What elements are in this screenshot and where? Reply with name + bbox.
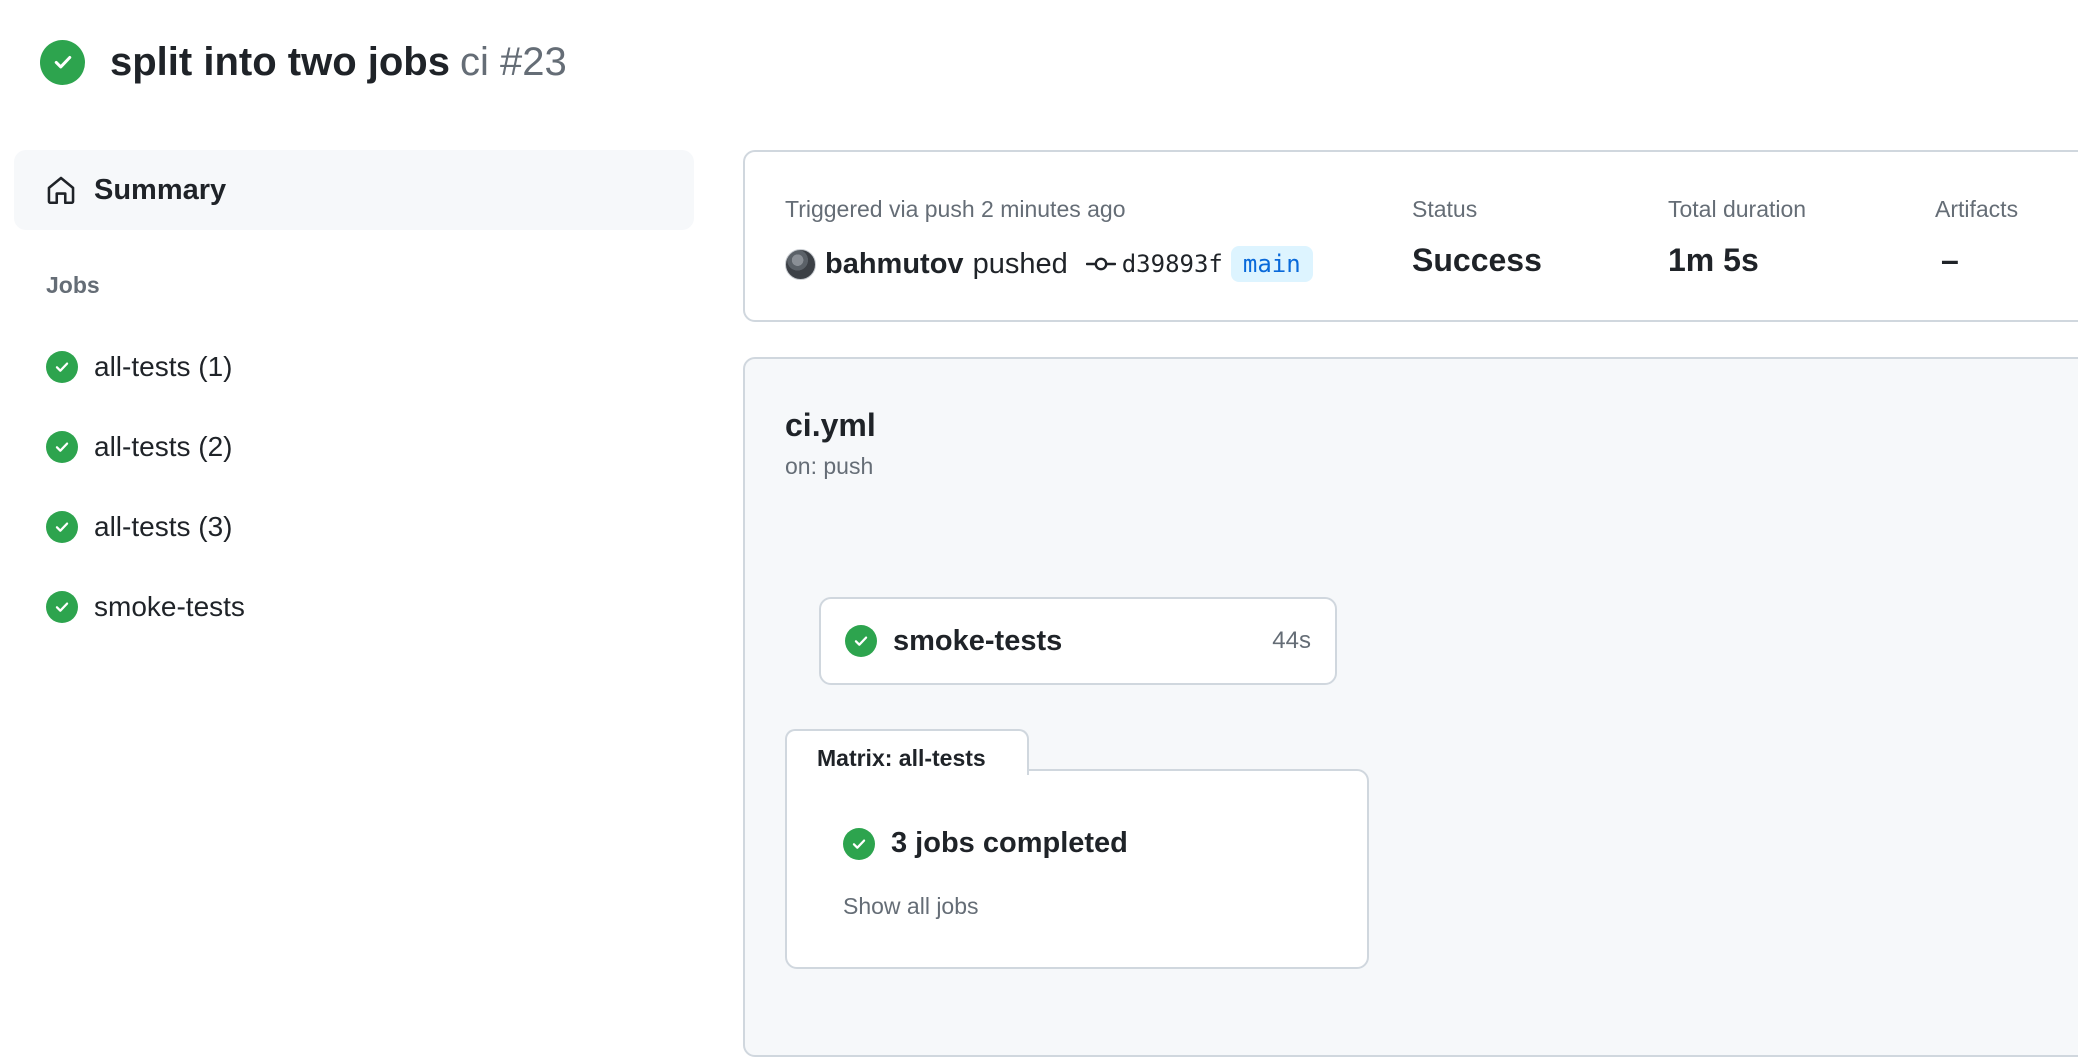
workflow-graph: ci.yml on: push smoke-tests 44s Matrix: … (743, 357, 2078, 1057)
jobs-heading: Jobs (46, 272, 100, 298)
matrix-tab: Matrix: all-tests (785, 729, 1029, 775)
sidebar-item-label: all-tests (3) (94, 511, 233, 542)
artifacts-value: – (1941, 242, 1959, 278)
workflow-file-name: ci.yml (785, 407, 876, 443)
matrix-tab-label: Matrix: all-tests (817, 745, 986, 771)
matrix-group: 3 jobs completed Show all jobs (785, 769, 1369, 969)
check-circle-icon (40, 39, 85, 85)
git-commit-icon (1085, 257, 1116, 271)
matrix-summary-text: 3 jobs completed (891, 827, 1128, 859)
actor-link[interactable]: bahmutov (825, 248, 964, 281)
workflow-trigger: on: push (785, 453, 874, 479)
sidebar-item-job[interactable]: all-tests (1) (46, 347, 232, 387)
home-icon (47, 176, 75, 205)
job-node-duration: 44s (1272, 627, 1311, 654)
check-circle-icon (46, 431, 78, 463)
sidebar-item-job[interactable]: all-tests (2) (46, 427, 232, 467)
sidebar-item-job[interactable]: all-tests (3) (46, 507, 232, 547)
branch-badge[interactable]: main (1230, 246, 1313, 282)
status-label: Status (1412, 196, 1478, 222)
sidebar-item-label: Summary (94, 173, 227, 206)
duration-value: 1m 5s (1668, 242, 1759, 278)
check-circle-icon (845, 625, 877, 657)
sidebar-item-label: smoke-tests (94, 591, 245, 622)
artifacts-label: Artifacts (1935, 196, 2019, 222)
check-circle-icon (46, 351, 78, 383)
job-node-smoke-tests[interactable]: smoke-tests 44s (819, 597, 1337, 685)
push-action-text: pushed (972, 247, 1068, 280)
push-info: bahmutov pushed d39893f main (785, 244, 1313, 284)
check-circle-icon (46, 591, 78, 623)
avatar[interactable] (785, 248, 816, 280)
sidebar-item-label: all-tests (2) (94, 431, 233, 462)
sidebar-item-job[interactable]: smoke-tests (46, 587, 245, 627)
check-circle-icon (843, 827, 875, 860)
run-summary-card: Triggered via push 2 minutes ago bahmuto… (743, 150, 2078, 322)
show-all-jobs-button[interactable]: Show all jobs (843, 893, 979, 920)
sidebar-item-label: all-tests (1) (94, 351, 233, 382)
run-title: split into two jobs (110, 39, 450, 84)
sidebar-item-summary[interactable]: Summary (14, 150, 694, 230)
duration-label: Total duration (1668, 196, 1807, 222)
run-workflow-number: ci #23 (459, 39, 567, 84)
run-header: split into two jobs ci #23 (40, 38, 567, 86)
matrix-summary: 3 jobs completed (843, 827, 1128, 860)
status-value: Success (1412, 242, 1542, 278)
commit-sha-link[interactable]: d39893f (1122, 250, 1223, 278)
check-circle-icon (46, 511, 78, 543)
trigger-text: Triggered via push 2 minutes ago (785, 196, 1126, 222)
job-node-name: smoke-tests (893, 624, 1063, 657)
